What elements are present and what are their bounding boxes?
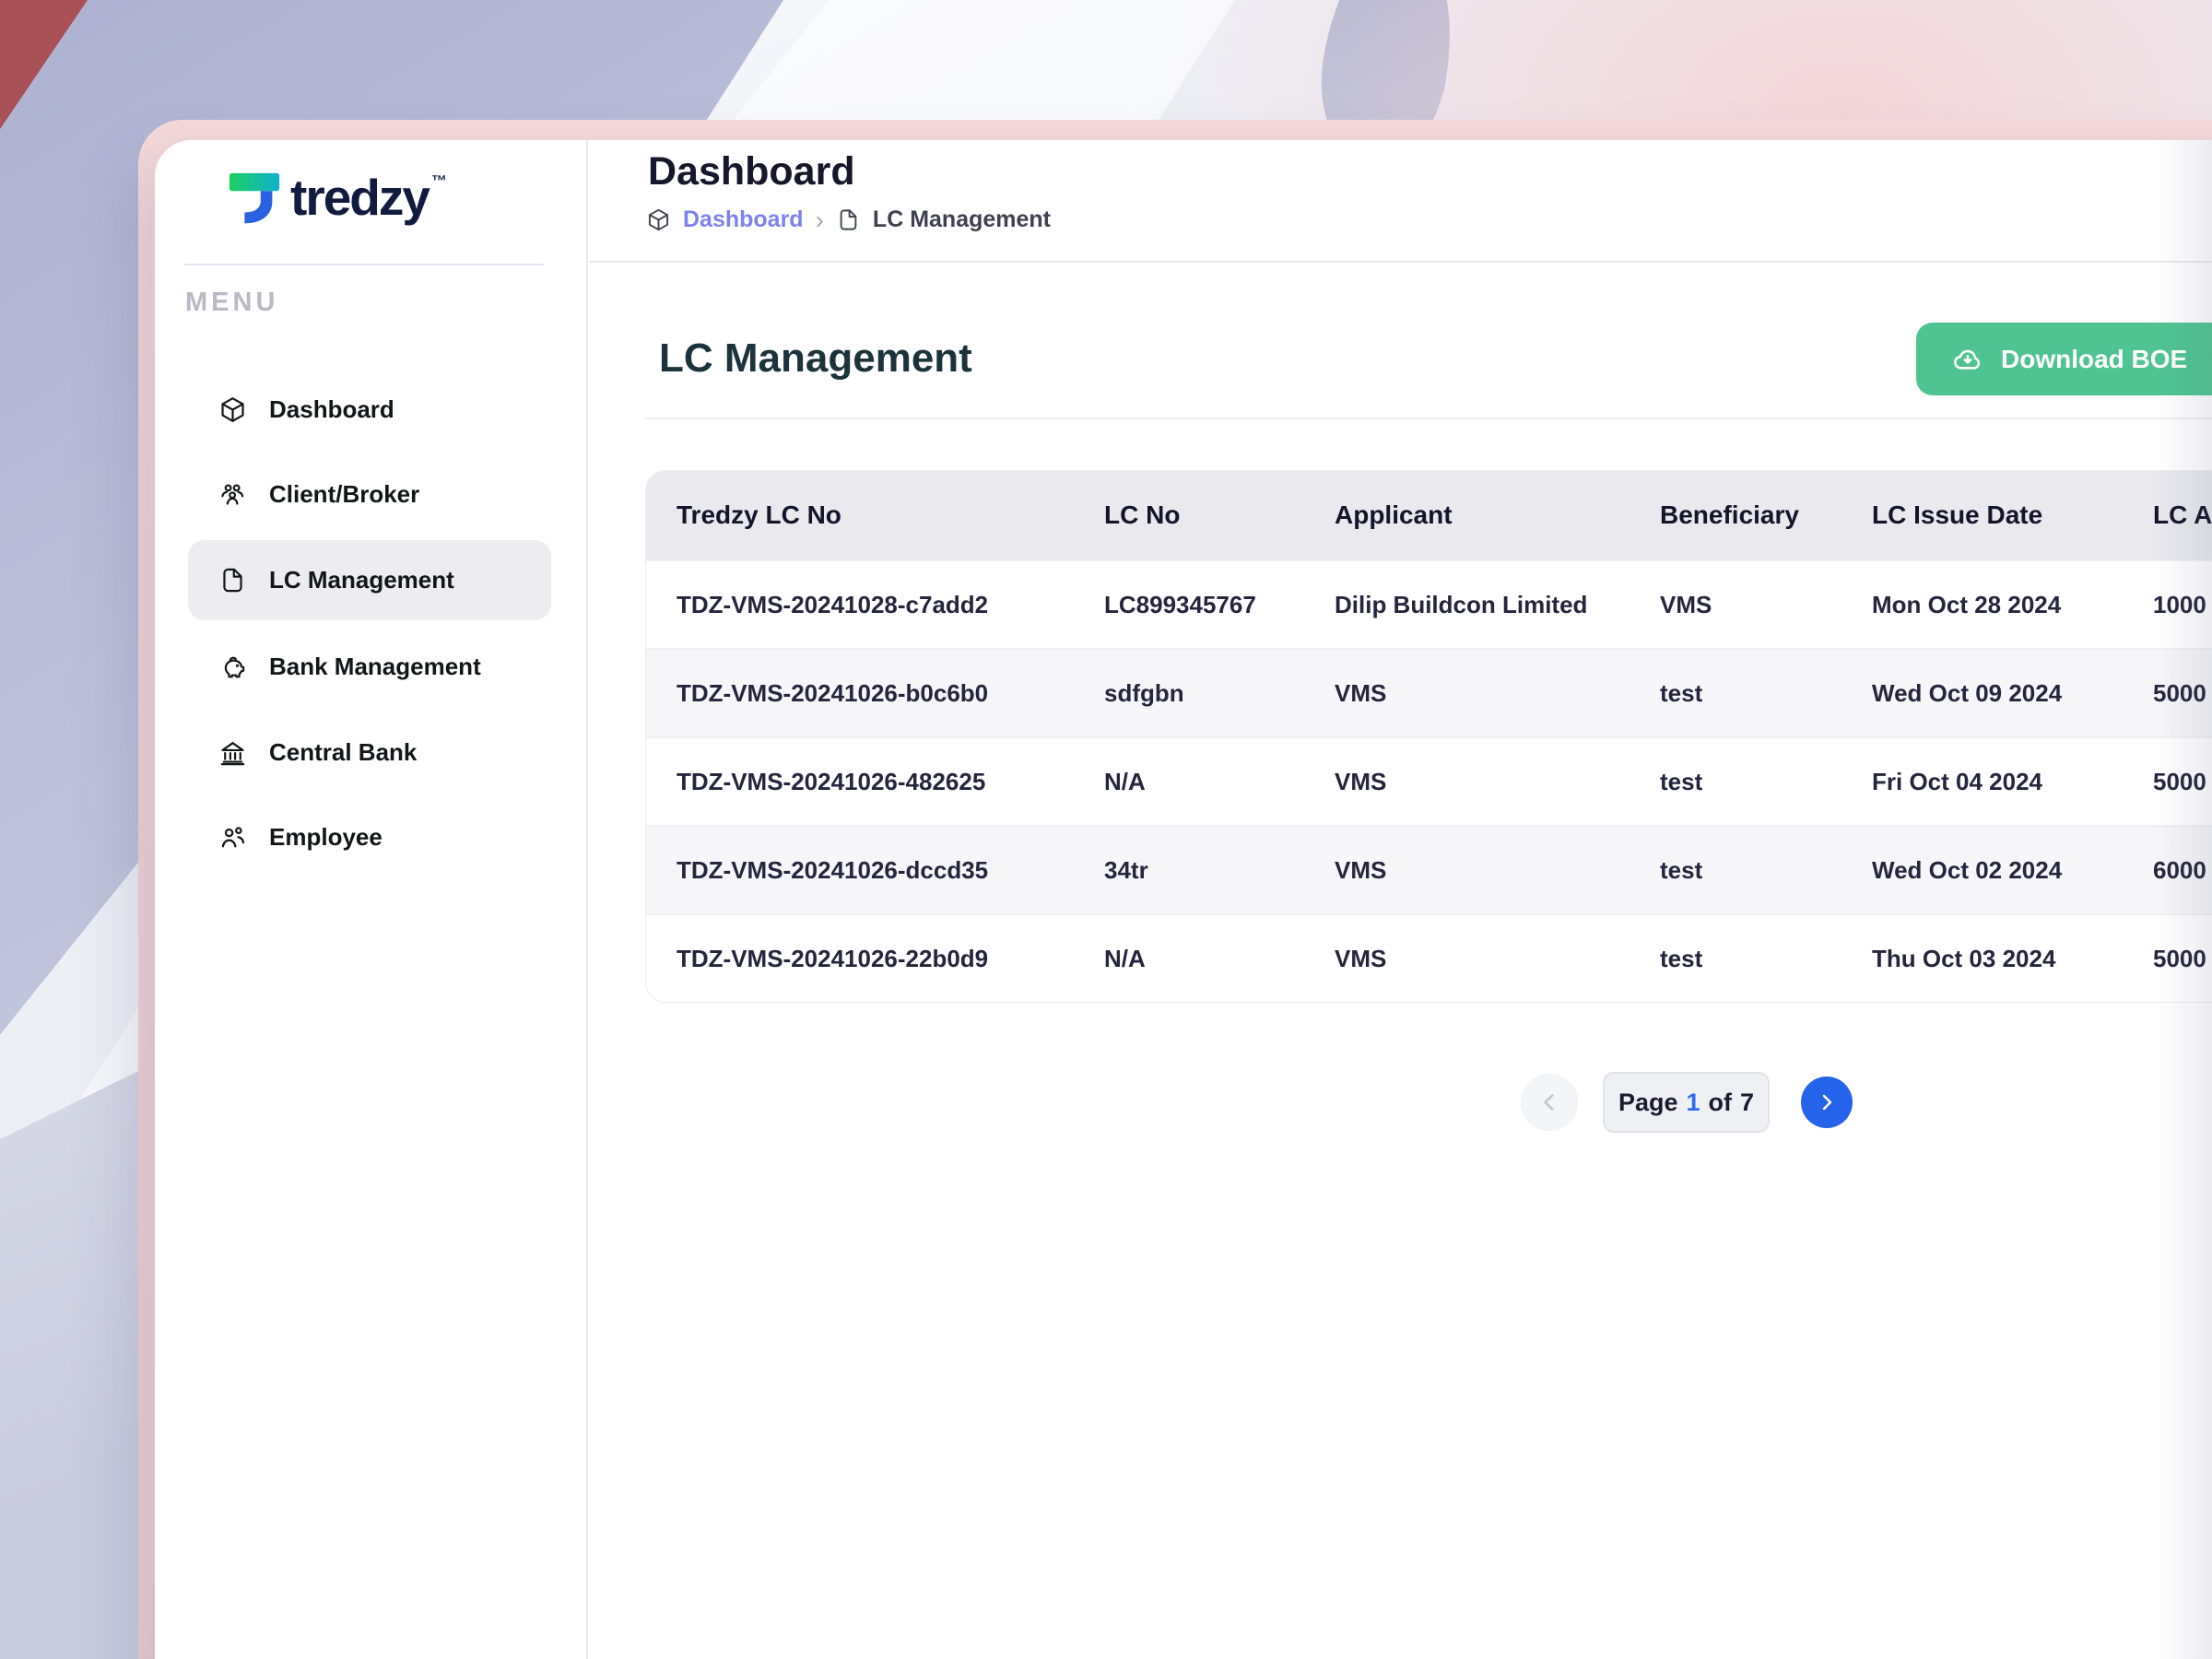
- pagination-page-label: Page: [1618, 1088, 1678, 1117]
- cell-lc-amount: 5000: [2123, 679, 2212, 708]
- cell-lc-amount: 1000: [2123, 591, 2212, 619]
- breadcrumb-separator: ›: [816, 207, 824, 232]
- cell-beneficiary: VMS: [1630, 591, 1841, 619]
- sidebar: tredzy™ MENU Dashboard Client/Broker: [155, 140, 588, 1659]
- sidebar-item-label: Bank Management: [269, 653, 481, 681]
- sidebar-item-employee[interactable]: Employee: [188, 807, 551, 866]
- table-row[interactable]: TDZ-VMS-20241026-dccd35 34tr VMS test We…: [646, 825, 2212, 913]
- sidebar-item-dashboard[interactable]: Dashboard: [188, 380, 551, 439]
- cell-applicant: VMS: [1304, 679, 1630, 708]
- cell-lc-issue-date: Thu Oct 03 2024: [1841, 945, 2123, 973]
- cell-applicant: Dilip Buildcon Limited: [1304, 591, 1630, 619]
- cell-lc-amount: 5000: [2123, 945, 2212, 973]
- cell-lc-no: LC899345767: [1074, 591, 1304, 619]
- cell-tredzy-lc-no: TDZ-VMS-20241028-c7add2: [646, 591, 1074, 619]
- column-header: Applicant: [1304, 500, 1630, 530]
- cell-applicant: VMS: [1304, 856, 1630, 885]
- top-header: Dashboard Dashboard › LC Management: [590, 140, 2212, 263]
- cell-lc-no: N/A: [1074, 768, 1304, 796]
- pagination-status: Page 1 of 7: [1603, 1072, 1770, 1133]
- heading-divider: [645, 418, 2212, 419]
- cell-beneficiary: test: [1630, 856, 1841, 885]
- cell-lc-issue-date: Mon Oct 28 2024: [1841, 591, 2123, 619]
- cell-lc-no: N/A: [1074, 945, 1304, 973]
- cell-lc-issue-date: Wed Oct 02 2024: [1841, 856, 2123, 885]
- section-heading: LC Management: [659, 335, 972, 382]
- page-title: Dashboard: [648, 149, 855, 194]
- cell-lc-amount: 5000: [2123, 768, 2212, 796]
- cell-applicant: VMS: [1304, 768, 1630, 796]
- sidebar-item-label: Employee: [269, 823, 382, 852]
- column-header: LC Amount: [2123, 500, 2212, 530]
- column-header: Tredzy LC No: [646, 500, 1074, 530]
- cell-lc-amount: 6000: [2123, 856, 2212, 885]
- table-row[interactable]: TDZ-VMS-20241026-b0c6b0 sdfgbn VMS test …: [646, 648, 2212, 736]
- download-boe-label: Download BOE: [2001, 345, 2187, 374]
- cloud-download-icon: [1951, 343, 1984, 376]
- brand-trademark: ™: [431, 168, 447, 195]
- cell-tredzy-lc-no: TDZ-VMS-20241026-b0c6b0: [646, 679, 1074, 708]
- download-boe-button[interactable]: Download BOE: [1916, 323, 2212, 395]
- cell-beneficiary: test: [1630, 679, 1841, 708]
- users-icon: [218, 823, 247, 852]
- column-header: Beneficiary: [1630, 500, 1841, 530]
- chevron-left-icon: [1537, 1090, 1561, 1114]
- sidebar-item-lc-management[interactable]: LC Management: [188, 540, 551, 620]
- cube-icon: [646, 207, 671, 232]
- table-row[interactable]: TDZ-VMS-20241026-22b0d9 N/A VMS test Thu…: [646, 913, 2212, 1002]
- cell-tredzy-lc-no: TDZ-VMS-20241026-dccd35: [646, 856, 1074, 885]
- menu-section-label: MENU: [185, 288, 278, 318]
- main-area: Dashboard Dashboard › LC Management LC M…: [590, 140, 2212, 1659]
- cell-tredzy-lc-no: TDZ-VMS-20241026-482625: [646, 768, 1074, 796]
- column-header: LC No: [1074, 500, 1304, 530]
- column-header: LC Issue Date: [1841, 500, 2123, 530]
- table-row[interactable]: TDZ-VMS-20241026-482625 N/A VMS test Fri…: [646, 736, 2212, 825]
- sidebar-item-bank-management[interactable]: Bank Management: [188, 637, 551, 696]
- users-group-icon: [218, 480, 247, 509]
- table-header-row: Tredzy LC No LC No Applicant Beneficiary…: [646, 471, 2212, 559]
- pagination-total-pages: 7: [1740, 1088, 1754, 1117]
- cube-icon: [218, 395, 247, 424]
- sidebar-item-label: Central Bank: [269, 738, 417, 767]
- table-row[interactable]: TDZ-VMS-20241028-c7add2 LC899345767 Dili…: [646, 559, 2212, 648]
- piggy-bank-icon: [218, 653, 247, 681]
- brand-logo[interactable]: tredzy™: [226, 168, 447, 227]
- brand-name: tredzy: [290, 168, 429, 227]
- lc-table: Tredzy LC No LC No Applicant Beneficiary…: [645, 470, 2212, 1003]
- cell-lc-no: sdfgbn: [1074, 679, 1304, 708]
- cell-applicant: VMS: [1304, 945, 1630, 973]
- file-document-icon: [218, 566, 247, 594]
- cell-lc-no: 34tr: [1074, 856, 1304, 885]
- sidebar-item-central-bank[interactable]: Central Bank: [188, 723, 551, 782]
- pagination-previous-button[interactable]: [1521, 1074, 1578, 1131]
- file-document-icon: [836, 207, 861, 232]
- sidebar-item-label: LC Management: [269, 566, 454, 594]
- tredzy-logo-icon: [226, 168, 283, 225]
- pagination-current-page: 1: [1687, 1088, 1700, 1117]
- breadcrumb: Dashboard › LC Management: [646, 206, 1051, 233]
- app-window: tredzy™ MENU Dashboard Client/Broker: [155, 140, 2212, 1659]
- sidebar-item-client-broker[interactable]: Client/Broker: [188, 465, 551, 524]
- cell-beneficiary: test: [1630, 768, 1841, 796]
- breadcrumb-current: LC Management: [873, 206, 1051, 233]
- breadcrumb-home-link[interactable]: Dashboard: [683, 206, 804, 233]
- cell-lc-issue-date: Fri Oct 04 2024: [1841, 768, 2123, 796]
- bank-building-icon: [218, 738, 247, 767]
- sidebar-item-label: Dashboard: [269, 395, 394, 424]
- cell-beneficiary: test: [1630, 945, 1841, 973]
- cell-lc-issue-date: Wed Oct 09 2024: [1841, 679, 2123, 708]
- chevron-right-icon: [1816, 1091, 1838, 1113]
- sidebar-divider: [184, 264, 544, 265]
- pagination-of-label: of: [1709, 1088, 1732, 1117]
- pagination-next-button[interactable]: [1801, 1077, 1853, 1128]
- cell-tredzy-lc-no: TDZ-VMS-20241026-22b0d9: [646, 945, 1074, 973]
- sidebar-item-label: Client/Broker: [269, 480, 419, 509]
